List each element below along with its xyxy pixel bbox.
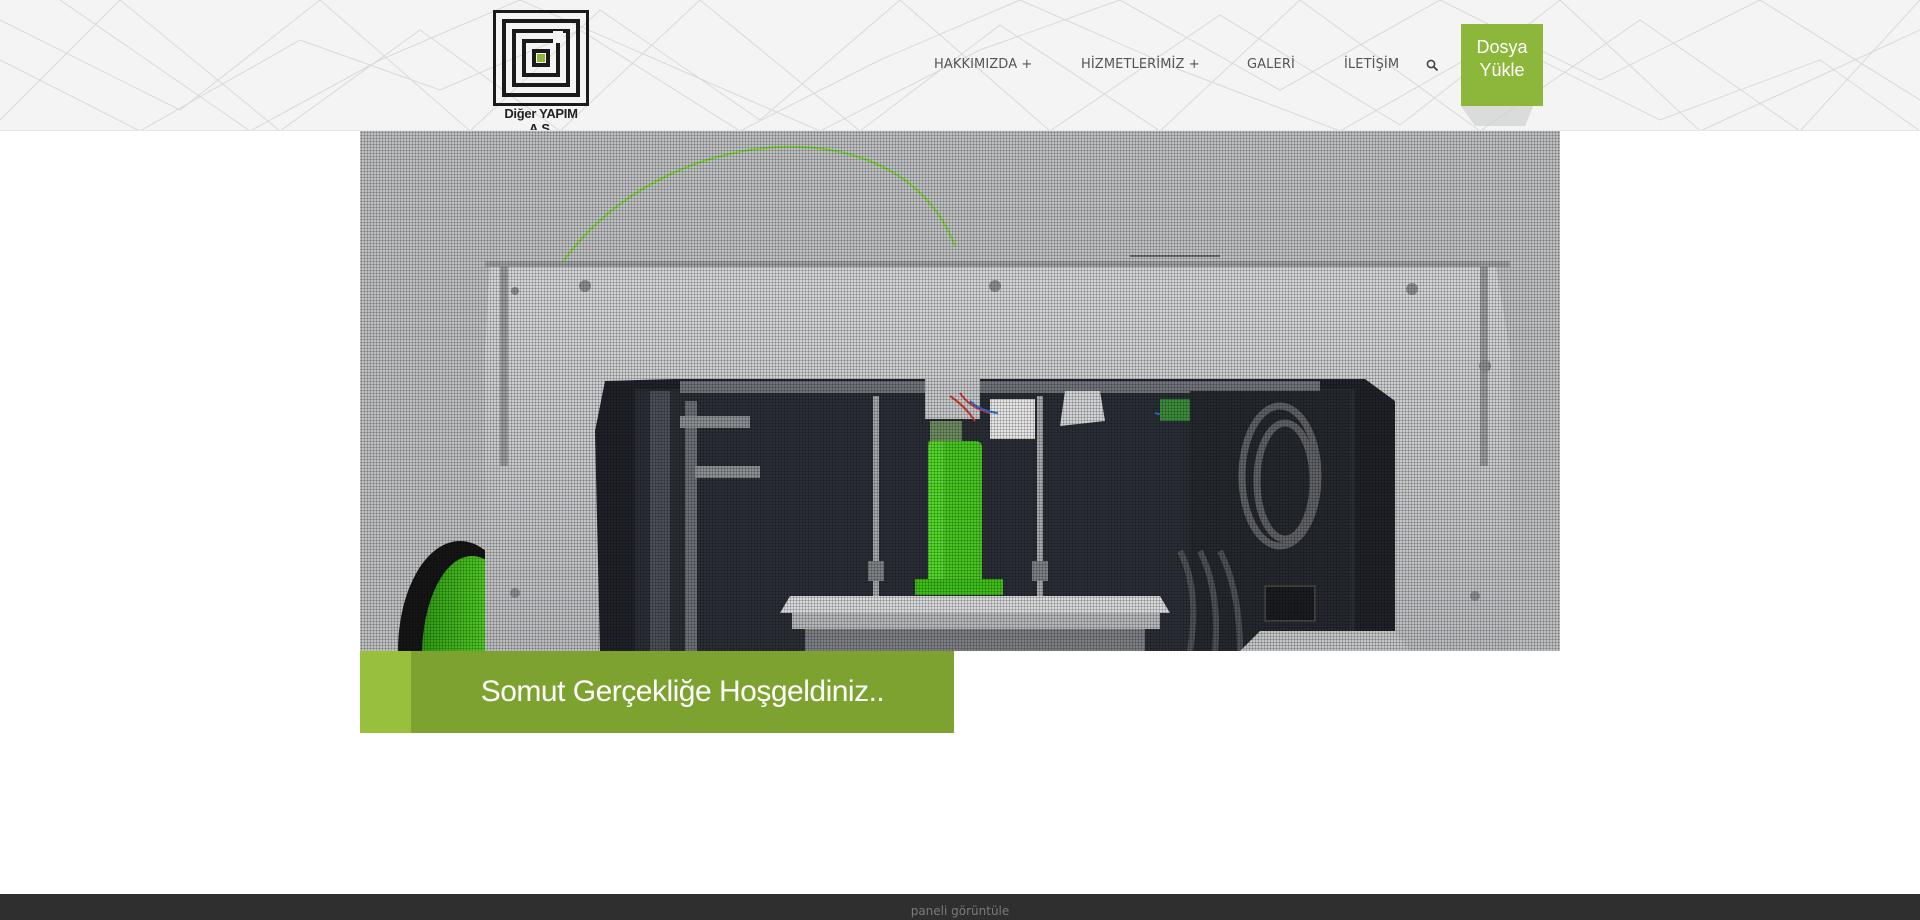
upload-button-line2: Yükle — [1479, 60, 1525, 80]
hero-image-3d-printer — [360, 131, 1560, 651]
upload-file-button[interactable]: Dosya Yükle — [1461, 24, 1543, 106]
upload-button-line1: Dosya — [1476, 37, 1528, 57]
view-panel-link[interactable]: paneli görüntüle — [0, 904, 1920, 918]
nav-item-hizmetlerimiz[interactable]: HİZMETLERİMİZ + — [1081, 57, 1200, 72]
nav-item-iletisim[interactable]: İLETİŞİM — [1344, 57, 1399, 72]
site-header: Diğer YAPIM A.Ş. HAKKIMIZDA + HİZMETLERİ… — [0, 0, 1920, 131]
nav-item-hakkimizda[interactable]: HAKKIMIZDA + — [934, 57, 1032, 72]
hero-caption-text: Somut Gerçekliğe Hoşgeldiniz.. — [411, 651, 954, 733]
search-icon[interactable] — [1426, 59, 1439, 72]
site-footer: paneli görüntüle — [0, 894, 1920, 920]
hero-caption: Somut Gerçekliğe Hoşgeldiniz.. — [360, 651, 954, 733]
main-nav: HAKKIMIZDA + HİZMETLERİMİZ + GALERİ İLET… — [0, 57, 1920, 77]
caption-accent-block — [360, 651, 411, 733]
hero-slider — [360, 131, 1560, 651]
nav-item-galeri[interactable]: GALERİ — [1247, 57, 1295, 72]
logo-text: Diğer YAPIM A.Ş. — [504, 106, 578, 131]
